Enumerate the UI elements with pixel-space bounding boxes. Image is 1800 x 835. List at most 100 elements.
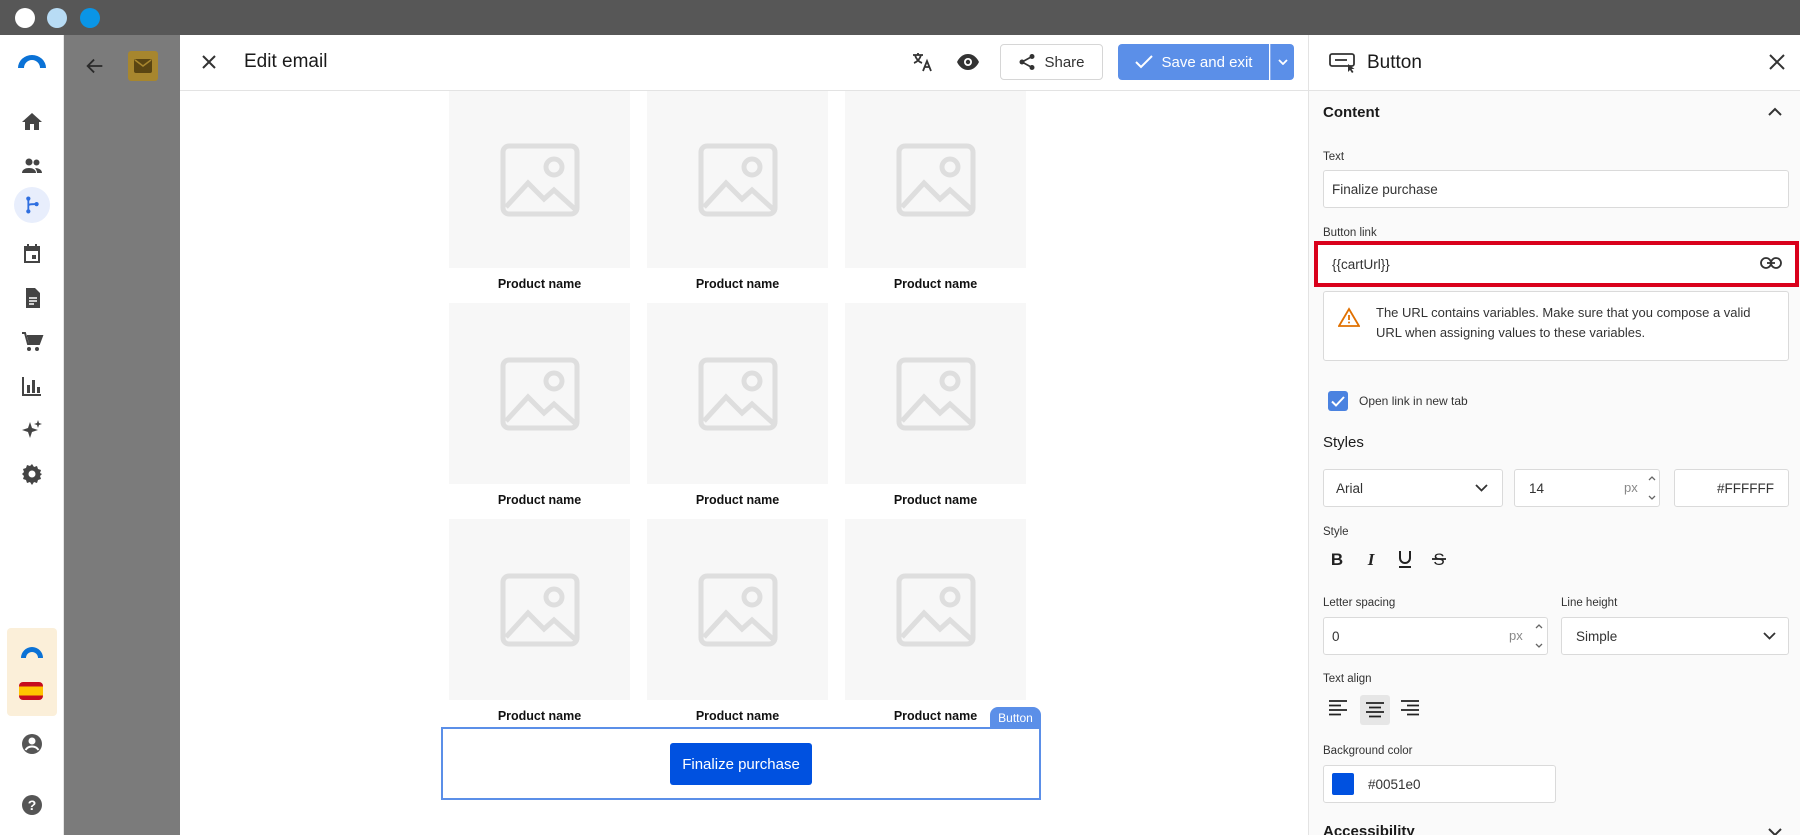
editor-title: Edit email xyxy=(244,51,328,72)
line-height-select[interactable]: Simple xyxy=(1561,617,1789,655)
product-card[interactable]: Product name xyxy=(845,91,1026,291)
email-canvas: Product name Product name Product name Prod… xyxy=(180,91,1308,835)
product-image-placeholder-icon xyxy=(647,519,828,700)
background-color-input[interactable]: #0051e0 xyxy=(1323,765,1556,803)
product-image-placeholder-icon xyxy=(845,519,1026,700)
checkmark-icon xyxy=(1134,55,1153,69)
window-close-dot[interactable] xyxy=(15,8,35,28)
letter-spacing-unit: px xyxy=(1509,628,1523,643)
warning-icon xyxy=(1338,307,1360,327)
font-family-chevron-icon xyxy=(1475,484,1488,492)
account-icon[interactable] xyxy=(20,732,44,756)
product-image-placeholder-icon xyxy=(449,303,630,484)
text-align-label: Text align xyxy=(1323,673,1372,685)
ecommerce-icon[interactable] xyxy=(20,330,44,354)
editor-header: Edit email Share Save and exit xyxy=(180,35,1308,91)
product-card[interactable]: Product name xyxy=(845,519,1026,723)
email-campaign-icon xyxy=(128,51,158,81)
open-new-tab-label: Open link in new tab xyxy=(1359,394,1468,408)
style-label: Style xyxy=(1323,526,1349,538)
selected-block-label: Button xyxy=(990,707,1041,728)
panel-header: Button xyxy=(1309,35,1800,91)
reports-icon[interactable] xyxy=(20,374,44,398)
preview-eye-icon[interactable] xyxy=(956,52,980,72)
accessibility-section-title: Accessibility xyxy=(1323,823,1415,835)
product-card[interactable]: Product name xyxy=(449,91,630,291)
font-size-unit: px xyxy=(1624,480,1638,495)
share-label: Share xyxy=(1044,53,1085,71)
warning-text: The URL contains variables. Make sure th… xyxy=(1376,305,1751,340)
italic-icon[interactable]: I xyxy=(1360,548,1382,570)
button-link-input[interactable]: {{cartUrl}} xyxy=(1314,241,1799,287)
product-name: Product name xyxy=(497,709,582,723)
font-size-value: 14 xyxy=(1529,480,1545,496)
product-image-placeholder-icon xyxy=(647,91,828,268)
align-center-icon[interactable] xyxy=(1360,695,1390,725)
font-family-value: Arial xyxy=(1336,480,1364,496)
left-navigation: ? xyxy=(0,35,64,835)
help-icon[interactable]: ? xyxy=(20,793,44,817)
product-card[interactable]: Product name xyxy=(647,303,828,507)
product-card[interactable]: Product name xyxy=(647,519,828,723)
close-editor-icon[interactable] xyxy=(199,52,219,72)
contacts-icon[interactable] xyxy=(20,154,44,178)
product-name: Product name xyxy=(893,493,978,507)
templates-icon[interactable] xyxy=(20,286,44,310)
product-card[interactable]: Product name xyxy=(845,303,1026,507)
line-height-label: Line height xyxy=(1561,597,1618,609)
product-name: Product name xyxy=(695,277,780,291)
letter-spacing-stepper-icon[interactable] xyxy=(1534,621,1544,651)
button-properties-panel: Button Content Text Finalize purchase Bu… xyxy=(1308,35,1800,835)
ai-icon[interactable] xyxy=(20,418,44,442)
button-link-label: Button link xyxy=(1323,227,1377,239)
product-card[interactable]: Product name xyxy=(449,519,630,723)
url-variables-warning: The URL contains variables. Make sure th… xyxy=(1323,291,1789,361)
home-icon[interactable] xyxy=(20,110,44,134)
line-height-chevron-icon xyxy=(1763,632,1776,640)
underline-icon[interactable] xyxy=(1394,548,1416,570)
expand-accessibility-icon[interactable] xyxy=(1768,827,1782,835)
styles-section-title: Styles xyxy=(1323,434,1364,451)
window-maximize-dot[interactable] xyxy=(80,8,100,28)
finalize-purchase-button[interactable]: Finalize purchase xyxy=(670,743,812,785)
text-color-input[interactable]: #FFFFFF xyxy=(1674,469,1789,507)
product-name: Product name xyxy=(695,709,780,723)
product-image-placeholder-icon xyxy=(449,91,630,268)
share-icon xyxy=(1018,53,1036,71)
automation-icon[interactable] xyxy=(14,187,50,223)
open-new-tab-checkbox[interactable] xyxy=(1328,391,1348,411)
background-color-swatch[interactable] xyxy=(1332,773,1354,795)
calendar-icon[interactable] xyxy=(20,242,44,266)
window-minimize-dot[interactable] xyxy=(47,8,67,28)
save-and-exit-button[interactable]: Save and exit xyxy=(1118,44,1269,80)
workspace-switcher[interactable] xyxy=(7,628,57,716)
svg-text:B: B xyxy=(1331,551,1343,567)
product-card[interactable]: Product name xyxy=(449,303,630,507)
product-card[interactable]: Product name xyxy=(647,91,828,291)
letter-spacing-label: Letter spacing xyxy=(1323,597,1396,609)
product-image-placeholder-icon xyxy=(845,303,1026,484)
button-text-input[interactable]: Finalize purchase xyxy=(1323,170,1789,208)
settings-icon[interactable] xyxy=(20,462,44,486)
font-size-stepper-icon[interactable] xyxy=(1647,473,1657,503)
button-link-value: {{cartUrl}} xyxy=(1332,256,1390,272)
background-color-label: Background color xyxy=(1323,745,1413,757)
bold-icon[interactable]: B xyxy=(1326,548,1348,570)
save-options-dropdown[interactable] xyxy=(1270,44,1294,80)
close-panel-icon[interactable] xyxy=(1768,53,1786,71)
save-label: Save and exit xyxy=(1161,53,1253,71)
align-left-icon[interactable] xyxy=(1325,695,1351,721)
link-icon[interactable] xyxy=(1760,255,1782,271)
font-size-input[interactable]: 14 xyxy=(1514,469,1660,507)
share-button[interactable]: Share xyxy=(1000,44,1103,80)
product-image-placeholder-icon xyxy=(647,303,828,484)
brand-logo-icon[interactable] xyxy=(16,52,48,68)
workspace-logo-icon xyxy=(19,644,45,658)
translate-icon[interactable] xyxy=(910,50,934,74)
collapse-content-icon[interactable] xyxy=(1768,107,1782,117)
strikethrough-icon[interactable]: S xyxy=(1428,548,1450,570)
product-name: Product name xyxy=(893,277,978,291)
button-block-icon xyxy=(1329,51,1357,73)
align-right-icon[interactable] xyxy=(1397,695,1423,721)
background-color-value: #0051e0 xyxy=(1368,776,1421,792)
